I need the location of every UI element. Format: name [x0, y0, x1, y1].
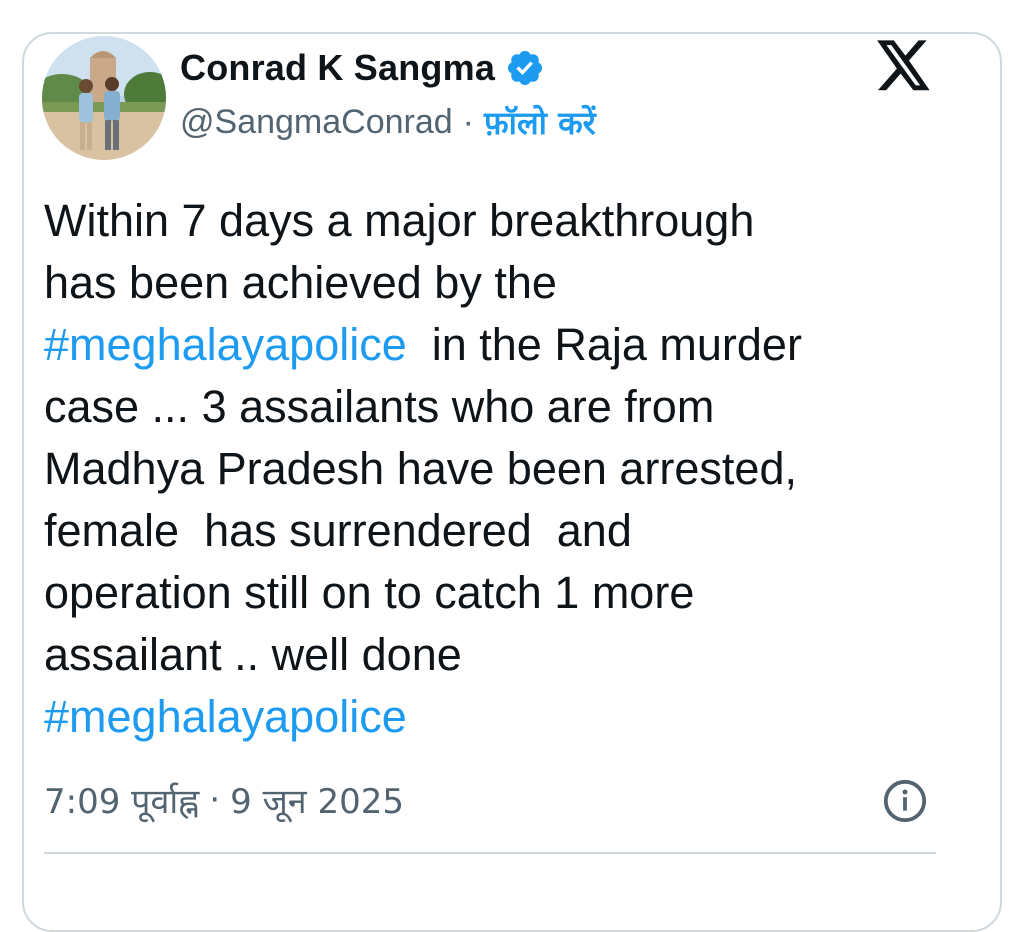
- tweet-text-line: case ... 3 assailants who are from: [44, 376, 944, 438]
- follow-button[interactable]: फ़ॉलो करें: [484, 101, 596, 144]
- tweet-text-line: has been achieved by the: [44, 252, 944, 314]
- tweet-text-line: Within 7 days a major breakthrough: [44, 190, 944, 252]
- tweet-text-segment: operation still on to catch 1 more: [44, 567, 695, 618]
- tweet-text-segment: Madhya Pradesh have been arrested,: [44, 443, 797, 494]
- tweet-text-segment: Within 7 days a major breakthrough: [44, 195, 755, 246]
- tweet-text-line: #meghalayapolice in the Raja murder: [44, 314, 944, 376]
- tweet-meta: 7:09 पूर्वाह्न · 9 जून 2025: [44, 776, 404, 824]
- handle-separator: ·: [462, 102, 474, 141]
- avatar[interactable]: [42, 36, 166, 160]
- tweet-time[interactable]: 7:09 पूर्वाह्न: [44, 777, 199, 823]
- tweet-text-line: assailant .. well done: [44, 624, 944, 686]
- x-logo-icon[interactable]: [876, 40, 932, 92]
- tweet-text-segment: assailant .. well done: [44, 629, 462, 680]
- hashtag-link[interactable]: #meghalayapolice: [44, 319, 407, 370]
- tweet-text-line: operation still on to catch 1 more: [44, 562, 944, 624]
- tweet-text-segment: case ... 3 assailants who are from: [44, 381, 715, 432]
- tweet-text-segment: in the Raja murder: [406, 319, 802, 370]
- tweet-text-line: female has surrendered and: [44, 500, 944, 562]
- tweet-text-segment: female has surrendered and: [44, 505, 632, 556]
- tweet-text-segment: has been achieved by the: [44, 257, 557, 308]
- tweet-text: Within 7 days a major breakthrough has be…: [44, 190, 944, 748]
- author-name-row[interactable]: Conrad K Sangma: [180, 46, 545, 90]
- hashtag-link[interactable]: #meghalayapolice: [44, 691, 407, 742]
- tweet-text-line: Madhya Pradesh have been arrested,: [44, 438, 944, 500]
- author-handle-row: @SangmaConrad · फ़ॉलो करें: [180, 100, 596, 144]
- info-icon[interactable]: [882, 778, 928, 824]
- tweet-date[interactable]: 9 जून 2025: [230, 777, 404, 823]
- meta-separator: ·: [209, 780, 221, 820]
- author-display-name[interactable]: Conrad K Sangma: [180, 47, 495, 89]
- verified-badge-icon: [507, 50, 543, 86]
- divider: [44, 852, 936, 854]
- author-handle[interactable]: @SangmaConrad: [180, 103, 453, 142]
- tweet-text-line: #meghalayapolice: [44, 686, 944, 748]
